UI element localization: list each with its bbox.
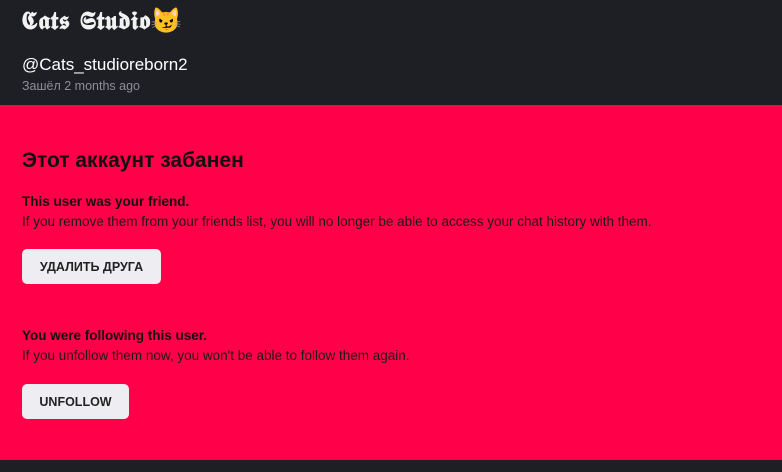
follow-section-text: If you unfollow them now, you won't be a… [22,348,410,363]
follow-section-title: You were following this user. [22,328,208,343]
remove-friend-button[interactable]: УДАЛИТЬ ДРУГА [22,249,161,284]
ban-notice-panel: Этот аккаунт забанен This user was your … [0,105,782,460]
unfollow-button[interactable]: UNFOLLOW [22,384,129,419]
friend-section-text: If you remove them from your friends lis… [22,214,652,229]
bottom-edge [0,460,782,472]
profile-header: 𝕮𝖆𝖙𝖘 𝕾𝖙𝖚𝖉𝖎𝖔😼 @Cats_studioreborn2 Зашёл 2… [0,0,782,105]
username: @Cats_studioreborn2 [22,55,188,74]
friend-section-title: This user was your friend. [22,194,190,209]
last-seen-status: Зашёл 2 months ago [22,79,140,93]
display-name: 𝕮𝖆𝖙𝖘 𝕾𝖙𝖚𝖉𝖎𝖔😼 [21,6,183,35]
ban-title: Этот аккаунт забанен [22,149,244,172]
